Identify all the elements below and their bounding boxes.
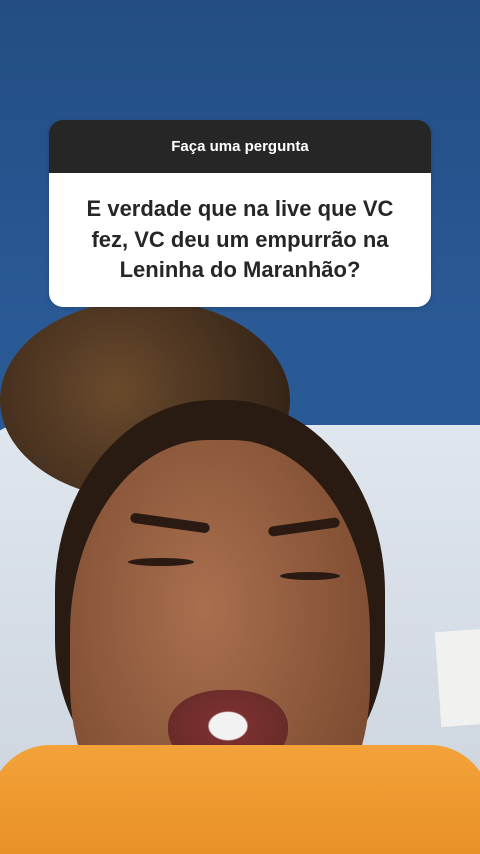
- sticker-question: E verdade que na live que VC fez, VC deu…: [49, 173, 431, 307]
- pillow-tag: [434, 628, 480, 727]
- orange-shirt: [0, 745, 480, 854]
- left-eye: [128, 558, 194, 566]
- sticker-header-label: Faça uma pergunta: [171, 138, 309, 155]
- right-eye: [280, 572, 340, 580]
- question-sticker[interactable]: Faça uma pergunta E verdade que na live …: [49, 120, 431, 307]
- sticker-question-text: E verdade que na live que VC fez, VC deu…: [86, 195, 394, 283]
- sticker-header: Faça uma pergunta: [49, 120, 431, 173]
